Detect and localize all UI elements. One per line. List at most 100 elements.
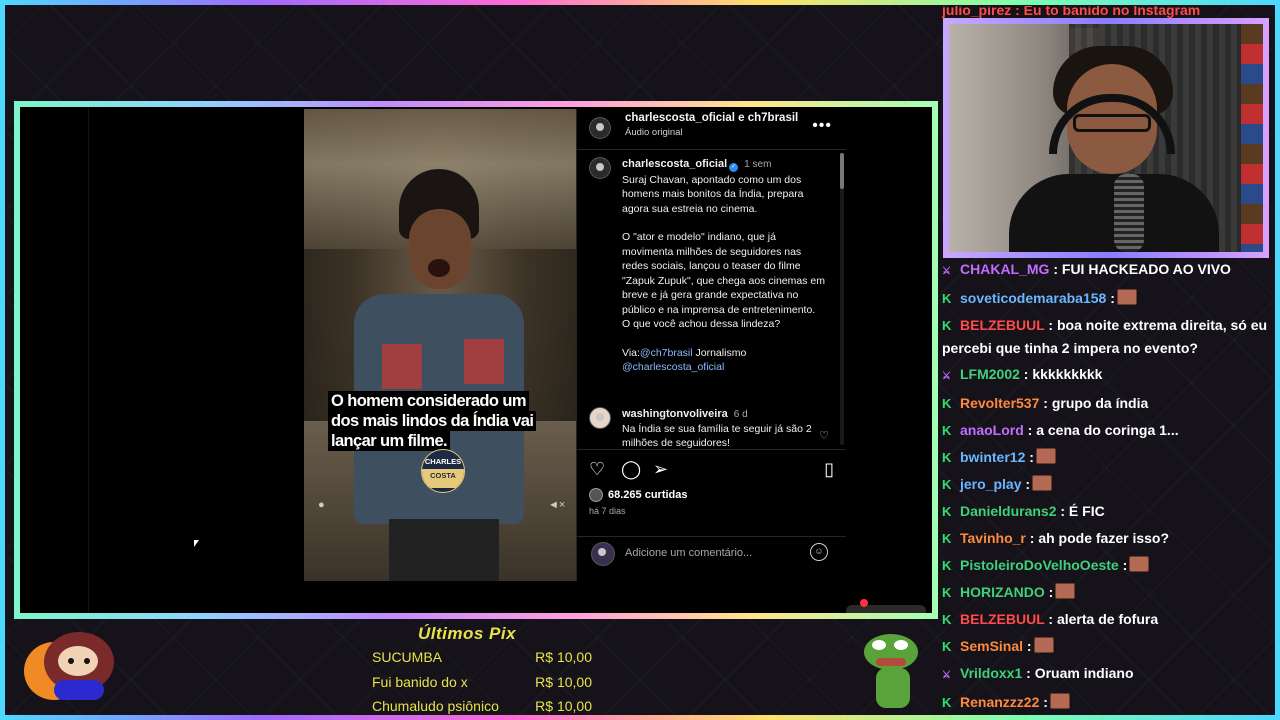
emote-icon	[1049, 693, 1070, 709]
chat-text: : kkkkkkkkk	[1019, 366, 1103, 382]
post-header: charlescosta_oficial e ch7brasil Áudio o…	[577, 109, 846, 150]
chat-username[interactable]: jero_play	[960, 476, 1021, 492]
comment-composer: Adicione um comentário... ☺	[577, 536, 846, 575]
chat-username[interactable]: LFM2002	[960, 366, 1020, 382]
k-badge-icon: K	[942, 612, 952, 627]
comment-icon[interactable]: ◯	[621, 460, 641, 478]
chat-username[interactable]: SemSinal	[960, 638, 1023, 654]
chat-message: K HORIZANDO :	[940, 579, 1270, 606]
pix-list: SUCUMBA R$ 10,00 Fui banido do x R$ 10,00 Ch…	[372, 645, 592, 719]
chat-username[interactable]: Tavinho_r	[960, 530, 1026, 546]
emote-icon	[1033, 637, 1054, 653]
mouse-cursor-icon	[194, 540, 199, 547]
caption-paragraph-1: Suraj Chavan, apontado como um dos homen…	[622, 173, 804, 215]
chat-text: : Oruam indiano	[1022, 665, 1134, 681]
chat-username[interactable]: Renanzzz22	[960, 694, 1039, 710]
emote-icon	[1129, 556, 1150, 572]
chat-username[interactable]: anaoLord	[960, 422, 1024, 438]
user-avatar	[591, 542, 615, 566]
charles-costa-logo: CHARLES COSTA	[421, 449, 465, 493]
bookmark-icon[interactable]: ▯	[824, 460, 834, 478]
chat-text: : alerta de fofura	[1044, 611, 1159, 627]
emoji-icon[interactable]: ☺	[810, 543, 828, 561]
likes-count[interactable]: 68.265 curtidas	[589, 488, 688, 502]
person-tag-icon[interactable]: ●	[318, 499, 325, 511]
bookshelf	[1241, 24, 1263, 252]
scrollbar[interactable]	[840, 153, 844, 445]
chat-text: :	[1025, 449, 1034, 465]
chat-text: :	[1106, 290, 1115, 306]
share-icon[interactable]: ➢	[653, 460, 668, 478]
caption-paragraph-3: O que você achou dessa lindeza?	[622, 318, 781, 330]
chat-username[interactable]: Danieldurans2	[960, 503, 1056, 519]
k-badge-icon: K	[942, 450, 952, 465]
chat-message: ⚔ Vrildoxx1 : Oruam indiano	[940, 660, 1270, 689]
messages-notification[interactable]	[846, 599, 926, 613]
chat-text: :	[1044, 584, 1054, 600]
k-badge-icon: K	[942, 396, 952, 411]
chat-text: :	[1118, 557, 1128, 573]
comment-like-icon[interactable]: ♡	[819, 429, 829, 442]
chat-username[interactable]: bwinter12	[960, 449, 1025, 465]
chat-text: :	[1023, 638, 1032, 654]
caption-username[interactable]: charlescosta_oficial	[622, 158, 727, 170]
more-options-icon[interactable]: •••	[812, 117, 832, 135]
chat-username[interactable]: HORIZANDO	[960, 584, 1045, 600]
via-suffix: Jornalismo	[692, 346, 747, 359]
chat-username[interactable]: soveticodemaraba158	[960, 290, 1106, 306]
webcam-frame	[943, 18, 1269, 258]
k-badge-icon: K	[942, 585, 952, 600]
comment-input[interactable]: Adicione um comentário...	[625, 547, 752, 559]
mascot-character	[14, 628, 122, 706]
comment-time: 6 d	[733, 409, 748, 420]
chat-message: KanaoLord : a cena do coringa 1...	[940, 417, 1270, 444]
reel-video[interactable]: O homem considerado um dos mais lindos d…	[304, 109, 576, 581]
chat-message: K Renanzzz22 :	[940, 689, 1270, 716]
k-badge-icon: K	[942, 504, 952, 519]
chat-username[interactable]: BELZEBUUL	[960, 317, 1045, 333]
chat-text: : grupo da índia	[1039, 395, 1149, 411]
caption-avatar[interactable]	[589, 157, 611, 179]
comments-scroll-area[interactable]: charlescosta_oficial ✓ 1 sem Suraj Chavan,…	[577, 149, 846, 449]
k-badge-icon: K	[942, 318, 952, 333]
commenter-username[interactable]: washingtonvoliveira	[622, 408, 728, 420]
k-badge-icon: K	[942, 477, 952, 492]
charlescosta-link[interactable]: @charlescosta_oficial	[622, 361, 724, 373]
comment-item: washingtonvoliveira 6 d Na Índia se sua f…	[589, 407, 829, 449]
liker-avatar	[589, 488, 603, 502]
post-caption: charlescosta_oficial ✓ 1 sem Suraj Chavan,…	[589, 157, 829, 375]
emote-icon	[1116, 289, 1137, 305]
author-avatar[interactable]	[589, 117, 611, 139]
verified-icon: ✓	[729, 163, 739, 172]
emote-icon	[1055, 583, 1076, 599]
pix-row: Chumaludo psiônico R$ 10,00	[372, 694, 592, 719]
pix-title: Últimos Pix	[418, 624, 517, 643]
audio-label[interactable]: Áudio original	[625, 127, 683, 138]
chat-partial-message: julio_pirez : Eu to banido no Instagram	[942, 6, 1201, 18]
pepe-frog	[862, 630, 922, 710]
post-actions: ♡ ◯ ➢ ▯ 68.265 curtidas há 7 dias Adicio…	[577, 449, 846, 570]
chat-username[interactable]: PistoleiroDoVelhoOeste	[960, 557, 1119, 573]
chat-text: :	[1039, 694, 1048, 710]
like-icon[interactable]: ♡	[589, 460, 605, 478]
k-badge-icon: K	[942, 695, 952, 710]
mute-icon[interactable]: ◄×	[548, 499, 565, 511]
chat-panel: ⚔ CHAKAL_MG : FUI HACKEADO AO VIVO Ksoveti…	[940, 256, 1270, 716]
chat-text: : ah pode fazer isso?	[1025, 530, 1170, 546]
chat-text: : É FIC	[1056, 503, 1105, 519]
chat-message: K BELZEBUUL : boa noite extrema direita, …	[940, 312, 1270, 361]
chat-username[interactable]: CHAKAL_MG	[960, 261, 1049, 277]
chat-message: Ksoveticodemaraba158 :	[940, 285, 1270, 312]
pix-row: SUCUMBA R$ 10,00	[372, 645, 592, 670]
chat-message: K BELZEBUUL : alerta de fofura	[940, 606, 1270, 633]
commenter-avatar[interactable]	[589, 407, 611, 429]
chat-message: K PistoleiroDoVelhoOeste :	[940, 552, 1270, 579]
header-username[interactable]: charlescosta_oficial e ch7brasil	[625, 112, 798, 124]
pix-name: Chumaludo psiônico	[372, 698, 499, 714]
ch7brasil-link[interactable]: @ch7brasil	[640, 347, 693, 359]
chat-username[interactable]: Vrildoxx1	[960, 665, 1022, 681]
chat-username[interactable]: BELZEBUUL	[960, 611, 1045, 627]
microphone	[1114, 174, 1144, 252]
chat-username[interactable]: Revolter537	[960, 395, 1039, 411]
pix-amount: R$ 10,00	[535, 698, 592, 714]
